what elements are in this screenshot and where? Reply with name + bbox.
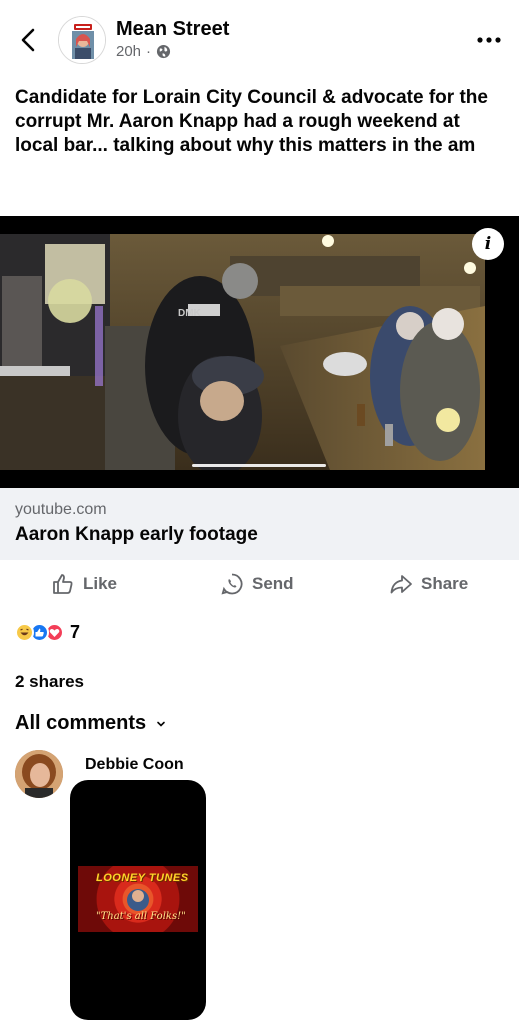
- chevron-left-icon[interactable]: [18, 26, 40, 54]
- thats-all-folks-caption: "That's all Folks!": [96, 911, 186, 922]
- more-horizontal-icon[interactable]: [476, 30, 502, 50]
- post-text: Candidate for Lorain City Council & advo…: [15, 87, 488, 156]
- send-button[interactable]: Send: [220, 566, 294, 602]
- like-button[interactable]: Like: [51, 566, 117, 602]
- send-label: Send: [252, 574, 294, 593]
- globe-icon: [156, 44, 171, 59]
- comments-filter[interactable]: All comments: [15, 712, 166, 735]
- haha-reaction-icon: [15, 622, 34, 642]
- commenter-avatar-image: [15, 750, 63, 798]
- page-name[interactable]: Mean Street: [116, 18, 229, 41]
- whatsapp-icon: [221, 573, 243, 595]
- info-button[interactable]: i: [472, 228, 504, 260]
- comment-media[interactable]: LOONEY TUNES "That's all Folks!": [70, 780, 206, 1020]
- reactions-summary[interactable]: 7: [15, 621, 80, 643]
- comments-filter-label: All comments: [15, 712, 147, 734]
- looney-tunes-image: LOONEY TUNES "That's all Folks!": [78, 866, 198, 932]
- share-arrow-icon: [390, 575, 412, 594]
- link-title[interactable]: Aaron Knapp early footage: [15, 524, 258, 546]
- share-button[interactable]: Share: [389, 566, 468, 602]
- post-header: Mean Street 20h ·: [0, 0, 519, 80]
- share-label: Share: [421, 574, 469, 593]
- chevron-down-icon: [157, 721, 165, 727]
- jersey-text: DMK: [178, 308, 202, 319]
- post-meta: 20h ·: [116, 43, 171, 60]
- post-actions: Like Send Share: [0, 566, 519, 604]
- video-frame: DMK: [0, 234, 519, 488]
- shares-count[interactable]: 2 shares: [15, 672, 84, 692]
- looney-tunes-logo: LOONEY TUNES: [96, 872, 189, 884]
- page-avatar[interactable]: [58, 16, 106, 64]
- video-player[interactable]: DMK: [0, 216, 519, 488]
- reaction-count: 7: [70, 621, 81, 642]
- link-domain: youtube.com: [15, 501, 107, 518]
- video-progress-bar[interactable]: [192, 464, 326, 467]
- commenter-name[interactable]: Debbie Coon: [85, 756, 184, 774]
- meta-separator: ·: [146, 43, 152, 60]
- post-time[interactable]: 20h: [116, 43, 141, 60]
- page-avatar-image: [59, 17, 105, 63]
- commenter-avatar[interactable]: [15, 750, 63, 798]
- like-label: Like: [83, 574, 118, 593]
- thumbs-up-icon: [53, 574, 73, 594]
